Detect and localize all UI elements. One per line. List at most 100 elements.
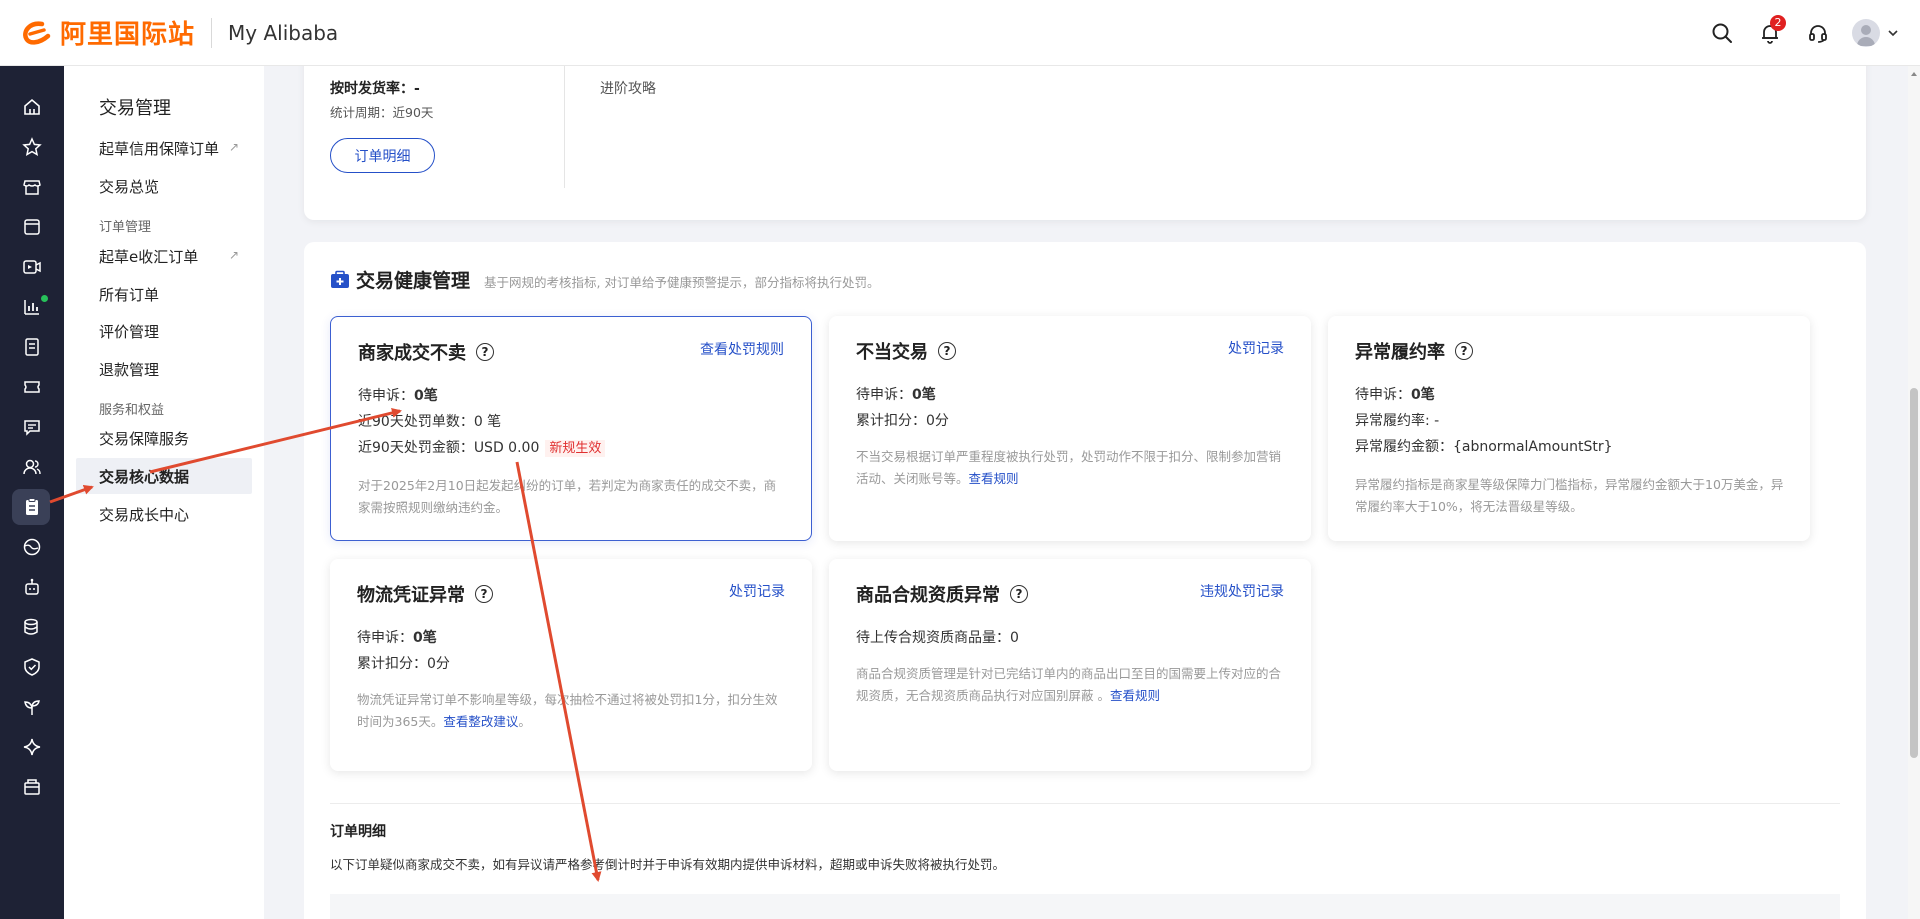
- health-title: 交易健康管理: [356, 270, 471, 292]
- notification-button[interactable]: 2: [1746, 9, 1794, 57]
- globe-icon: [23, 538, 41, 556]
- rail-store[interactable]: [0, 167, 64, 207]
- header-actions: 2: [1698, 0, 1920, 66]
- alibaba-logo[interactable]: 阿里国际站: [20, 14, 195, 51]
- rail-home[interactable]: [0, 87, 64, 127]
- rail-video[interactable]: [0, 247, 64, 287]
- rail-favorites[interactable]: [0, 127, 64, 167]
- view-rules-link[interactable]: 查看规则: [969, 471, 1019, 486]
- alibaba-logo-icon: [23, 20, 51, 45]
- improper-trade-card[interactable]: 不当交易? 处罚记录 待申诉：0笔 累计扣分：0分 不当交易根据订单严重程度被执…: [829, 316, 1311, 541]
- menu-item-trade-assurance[interactable]: 交易保障服务: [99, 428, 189, 449]
- view-rules-link[interactable]: 查看规则: [1110, 688, 1160, 703]
- card-divider: [564, 66, 565, 188]
- rail-finance[interactable]: [0, 607, 64, 647]
- search-icon: [1712, 23, 1732, 43]
- card-description: 物流凭证异常订单不影响星等级，每次抽检不通过将被处罚扣1分，扣分生效时间为365…: [357, 689, 787, 733]
- menu-item-label: 评价管理: [99, 323, 160, 341]
- my-alibaba-title[interactable]: My Alibaba: [228, 21, 338, 45]
- store-icon: [23, 180, 41, 195]
- logistics-proof-card[interactable]: 物流凭证异常? 处罚记录 待申诉：0笔 累计扣分：0分 物流凭证异常订单不影响星…: [330, 559, 812, 771]
- pending-value: 0笔: [414, 388, 438, 404]
- help-icon[interactable]: ?: [938, 342, 956, 360]
- menu-item-all-orders[interactable]: 所有订单: [99, 284, 159, 305]
- pending-label: 待申诉：: [1355, 387, 1411, 403]
- database-icon: [24, 618, 38, 635]
- rail-trade-management[interactable]: [0, 487, 64, 527]
- pending-appeal: 待申诉：0笔: [1355, 384, 1435, 404]
- menu-item-draft-credit-order[interactable]: 起草信用保障订单: [99, 138, 219, 159]
- rail-growth[interactable]: [0, 687, 64, 727]
- rail-analytics[interactable]: [0, 287, 64, 327]
- card-title: 商家成交不卖?: [358, 339, 494, 365]
- box-icon: [24, 779, 40, 795]
- chevron-down-icon: [1888, 30, 1898, 37]
- product-compliance-card[interactable]: 商品合规资质异常? 违规处罚记录 待上传合规资质商品量：0 商品合规资质管理是针…: [829, 559, 1311, 771]
- card-description: 对于2025年2月10日起发起纠纷的订单，若判定为商家责任的成交不卖，商家需按照…: [358, 478, 777, 515]
- document-icon: [25, 338, 39, 356]
- scroll-up-icon[interactable]: [1908, 68, 1920, 80]
- people-icon: [23, 459, 41, 475]
- menu-item-growth-center[interactable]: 交易成长中心: [99, 504, 189, 525]
- account-menu[interactable]: [1852, 19, 1900, 47]
- desc-tail: 。: [518, 714, 531, 729]
- help-icon[interactable]: ?: [1010, 585, 1028, 603]
- menu-item-label: 退款管理: [99, 361, 160, 379]
- logo-text: 阿里国际站: [60, 20, 196, 50]
- rail-ai[interactable]: [0, 567, 64, 607]
- order-detail-button[interactable]: 订单明细: [330, 138, 435, 173]
- support-button[interactable]: [1794, 9, 1842, 57]
- rail-tickets[interactable]: [0, 367, 64, 407]
- order-detail-desc: 以下订单疑似商家成交不卖，如有异议请严格参考倒计时并于申诉有效期内提供申诉材料，…: [330, 857, 1006, 872]
- penalty-record-link[interactable]: 处罚记录: [1228, 338, 1284, 358]
- violation-record-link[interactable]: 违规处罚记录: [1200, 581, 1284, 601]
- menu-title: 交易管理: [99, 98, 171, 119]
- advanced-tips-link[interactable]: 进阶攻略: [600, 78, 656, 98]
- pending-upload: 待上传合规资质商品量：0: [856, 630, 1019, 646]
- trade-menu: 交易管理 起草信用保障订单 ↗ 交易总览 订单管理 起草e收汇订单 ↗ 所有订单…: [64, 66, 264, 919]
- browser-icon: [24, 219, 40, 235]
- rail-browser[interactable]: [0, 207, 64, 247]
- seller-refuse-card[interactable]: 商家成交不卖? 查看处罚规则 待申诉：0笔 近90天处罚单数：0 笔 近90天处…: [330, 316, 812, 541]
- medical-kit-icon: [331, 270, 349, 288]
- rail-security[interactable]: [0, 647, 64, 687]
- rail-packages[interactable]: [0, 767, 64, 807]
- menu-item-label: 交易核心数据: [99, 468, 190, 486]
- order-table-header: [330, 894, 1840, 919]
- help-icon[interactable]: ?: [475, 585, 493, 603]
- external-link-icon: ↗: [229, 140, 240, 154]
- search-button[interactable]: [1698, 9, 1746, 57]
- accumulated-deduction: 累计扣分：0分: [357, 656, 450, 672]
- rail-global[interactable]: [0, 527, 64, 567]
- ai-bot-icon: [25, 578, 39, 595]
- scrollbar-thumb[interactable]: [1910, 388, 1918, 758]
- view-penalty-rules-link[interactable]: 查看处罚规则: [700, 339, 784, 359]
- rail-documents[interactable]: [0, 327, 64, 367]
- pending-label: 待申诉：: [856, 387, 912, 403]
- help-icon[interactable]: ?: [476, 343, 494, 361]
- abnormal-amount: 异常履约金额：{abnormalAmountStr}: [1355, 439, 1613, 455]
- menu-item-label: 交易成长中心: [99, 506, 190, 524]
- menu-item-trade-overview[interactable]: 交易总览: [99, 176, 159, 197]
- abnormal-fulfillment-card[interactable]: 异常履约率? 待申诉：0笔 异常履约率: - 异常履约金额：{abnormalA…: [1328, 316, 1810, 541]
- help-icon[interactable]: ?: [1455, 342, 1473, 360]
- rail-messages[interactable]: [0, 407, 64, 447]
- new-rule-tag: 新规生效: [545, 440, 606, 457]
- penalty-record-link[interactable]: 处罚记录: [729, 581, 785, 601]
- menu-item-draft-ereceipt-order[interactable]: 起草e收汇订单: [99, 246, 198, 267]
- menu-item-reviews[interactable]: 评价管理: [99, 321, 159, 342]
- ontime-rate-value: -: [414, 81, 420, 97]
- menu-item-label: 交易总览: [99, 178, 160, 196]
- header-divider: [211, 17, 213, 48]
- main-content: 按时发货率：- 统计周期：近90天 订单明细 进阶攻略 交易健康管理 基于网规的…: [264, 66, 1920, 919]
- menu-item-label: 交易保障服务: [99, 430, 190, 448]
- rail-ai-spark[interactable]: [0, 727, 64, 767]
- menu-item-refunds[interactable]: 退款管理: [99, 359, 159, 380]
- new-dot: [41, 295, 48, 302]
- menu-item-core-data[interactable]: 交易核心数据: [99, 466, 189, 487]
- view-improvement-link[interactable]: 查看整改建议: [443, 714, 518, 729]
- pending-label: 待申诉：: [358, 388, 414, 404]
- card-title-text: 不当交易: [856, 342, 928, 363]
- rail-customers[interactable]: [0, 447, 64, 487]
- pending-appeal: 待申诉：0笔: [357, 627, 437, 647]
